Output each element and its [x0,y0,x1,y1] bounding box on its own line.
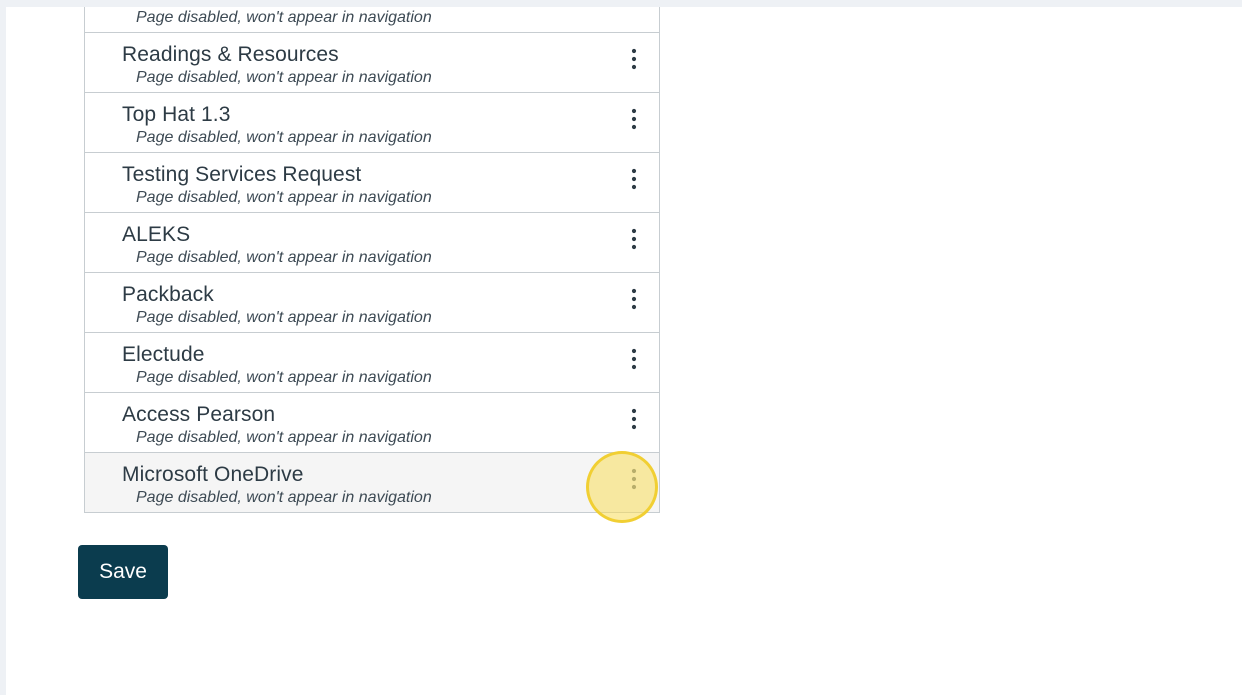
course-navigation-list: Page disabled, won't appear in navigatio… [84,7,660,513]
nav-item-status: Page disabled, won't appear in navigatio… [136,189,432,206]
nav-item-status: Page disabled, won't appear in navigatio… [136,369,432,386]
nav-item-label: Testing Services Request [122,163,362,186]
vertical-ellipsis-icon[interactable] [621,286,647,312]
nav-item-packback[interactable]: Packback Page disabled, won't appear in … [85,273,659,333]
vertical-ellipsis-icon[interactable] [621,346,647,372]
nav-item-status: Page disabled, won't appear in navigatio… [136,489,432,506]
nav-item-status: Page disabled, won't appear in navigatio… [136,249,432,266]
nav-item-status: Page disabled, won't appear in navigatio… [136,129,432,146]
nav-item-status: Page disabled, won't appear in navigatio… [136,69,432,86]
nav-item-microsoft-onedrive[interactable]: Microsoft OneDrive Page disabled, won't … [85,453,659,513]
nav-item-label: Access Pearson [122,403,276,426]
nav-item-access-pearson[interactable]: Access Pearson Page disabled, won't appe… [85,393,659,453]
nav-item-label: Electude [122,343,205,366]
nav-item-electude[interactable]: Electude Page disabled, won't appear in … [85,333,659,393]
nav-item-readings-resources[interactable]: Readings & Resources Page disabled, won'… [85,33,659,93]
vertical-ellipsis-icon[interactable] [621,466,647,492]
nav-item-aleks[interactable]: ALEKS Page disabled, won't appear in nav… [85,213,659,273]
settings-panel: Page disabled, won't appear in navigatio… [6,7,1242,695]
vertical-ellipsis-icon[interactable] [621,106,647,132]
nav-item-label: Readings & Resources [122,43,339,66]
nav-item-label: Microsoft OneDrive [122,463,304,486]
nav-item-disabled[interactable]: Page disabled, won't appear in navigatio… [85,7,659,33]
nav-item-label: ALEKS [122,223,191,246]
nav-item-label: Packback [122,283,214,306]
nav-item-testing-services-request[interactable]: Testing Services Request Page disabled, … [85,153,659,213]
vertical-ellipsis-icon[interactable] [621,166,647,192]
nav-item-status: Page disabled, won't appear in navigatio… [136,9,432,26]
nav-item-status: Page disabled, won't appear in navigatio… [136,309,432,326]
nav-item-label: Top Hat 1.3 [122,103,231,126]
nav-item-top-hat[interactable]: Top Hat 1.3 Page disabled, won't appear … [85,93,659,153]
vertical-ellipsis-icon[interactable] [621,406,647,432]
nav-item-status: Page disabled, won't appear in navigatio… [136,429,432,446]
save-button[interactable]: Save [78,545,168,599]
vertical-ellipsis-icon[interactable] [621,46,647,72]
vertical-ellipsis-icon[interactable] [621,226,647,252]
